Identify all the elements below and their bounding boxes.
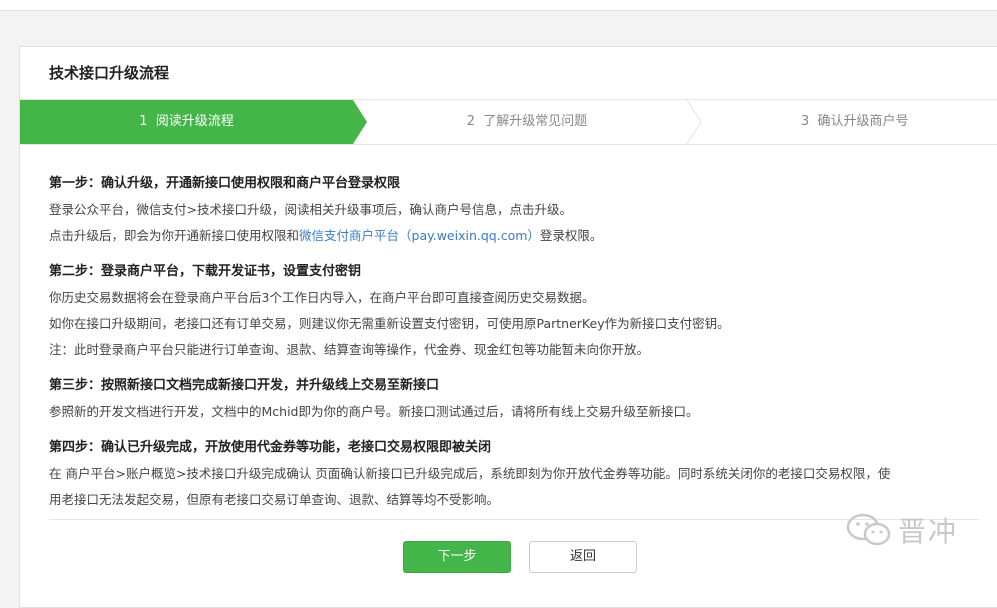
section-text: 你历史交易数据将会在登录商户平台后3个工作日内导入，在商户平台即可直接查阅历史交… <box>49 290 595 305</box>
section-text: 参照新的开发文档进行开发，文档中的Mchid即为你的商户号。新接口测试通过后，请… <box>49 404 699 419</box>
section-text: 点击升级后，即会为你开通新接口使用权限和微信支付商户平台（pay.weixin.… <box>49 228 603 243</box>
step-progress: 1 阅读升级流程 2 了解升级常见问题 3 确认升级商户号 <box>20 100 997 145</box>
section-step-2: 第二步：登录商户平台，下载开发证书，设置支付密钥 你历史交易数据将会在登录商户平… <box>49 259 981 363</box>
footer-divider <box>49 519 979 520</box>
back-button[interactable]: 返回 <box>529 541 637 573</box>
section-step-4: 第四步：确认已升级完成，开放使用代金券等功能，老接口交易权限即被关闭 在 商户平… <box>49 435 981 513</box>
step-2[interactable]: 2 了解升级常见问题 <box>367 100 687 144</box>
section-text: 用老接口无法发起交易，但原有老接口交易订单查询、退款、结算等均不受影响。 <box>49 492 500 507</box>
section-title: 第三步：按照新接口文档完成新接口开发，并升级线上交易至新接口 <box>49 378 440 393</box>
step-3[interactable]: 3 确认升级商户号 <box>701 100 997 144</box>
section-text: 注：此时登录商户平台只能进行订单查询、退款、结算查询等操作，代金券、现金红包等功… <box>49 342 650 357</box>
instructions: 第一步：确认升级，开通新接口使用权限和商户平台登录权限 登录公众平台，微信支付>… <box>20 145 997 513</box>
section-title: 第一步：确认升级，开通新接口使用权限和商户平台登录权限 <box>49 176 401 191</box>
wechat-icon <box>846 513 891 546</box>
merchant-platform-link[interactable]: 微信支付商户平台（pay.weixin.qq.com） <box>299 228 540 243</box>
watermark: 晋冲 <box>846 510 958 550</box>
section-text: 在 商户平台>账户概览>技术接口升级完成确认 页面确认新接口已升级完成后，系统即… <box>49 466 891 481</box>
section-text: 登录公众平台，微信支付>技术接口升级，阅读相关升级事项后，确认商户号信息，点击升… <box>49 202 572 217</box>
watermark-text: 晋冲 <box>898 515 959 548</box>
section-step-1: 第一步：确认升级，开通新接口使用权限和商户平台登录权限 登录公众平台，微信支付>… <box>49 171 981 249</box>
top-bar <box>0 0 997 11</box>
section-title: 第四步：确认已升级完成，开放使用代金券等功能，老接口交易权限即被关闭 <box>49 440 492 455</box>
section-title: 第二步：登录商户平台，下载开发证书，设置支付密钥 <box>49 264 362 279</box>
panel-title: 技术接口升级流程 <box>20 47 997 100</box>
section-text: 如你在接口升级期间，老接口还有订单交易，则建议你无需重新设置支付密钥，可使用原P… <box>49 316 730 331</box>
section-step-3: 第三步：按照新接口文档完成新接口开发，并升级线上交易至新接口 参照新的开发文档进… <box>49 373 981 425</box>
step-divider <box>686 100 702 144</box>
step-1[interactable]: 1 阅读升级流程 <box>20 100 353 144</box>
next-button[interactable]: 下一步 <box>403 541 511 573</box>
